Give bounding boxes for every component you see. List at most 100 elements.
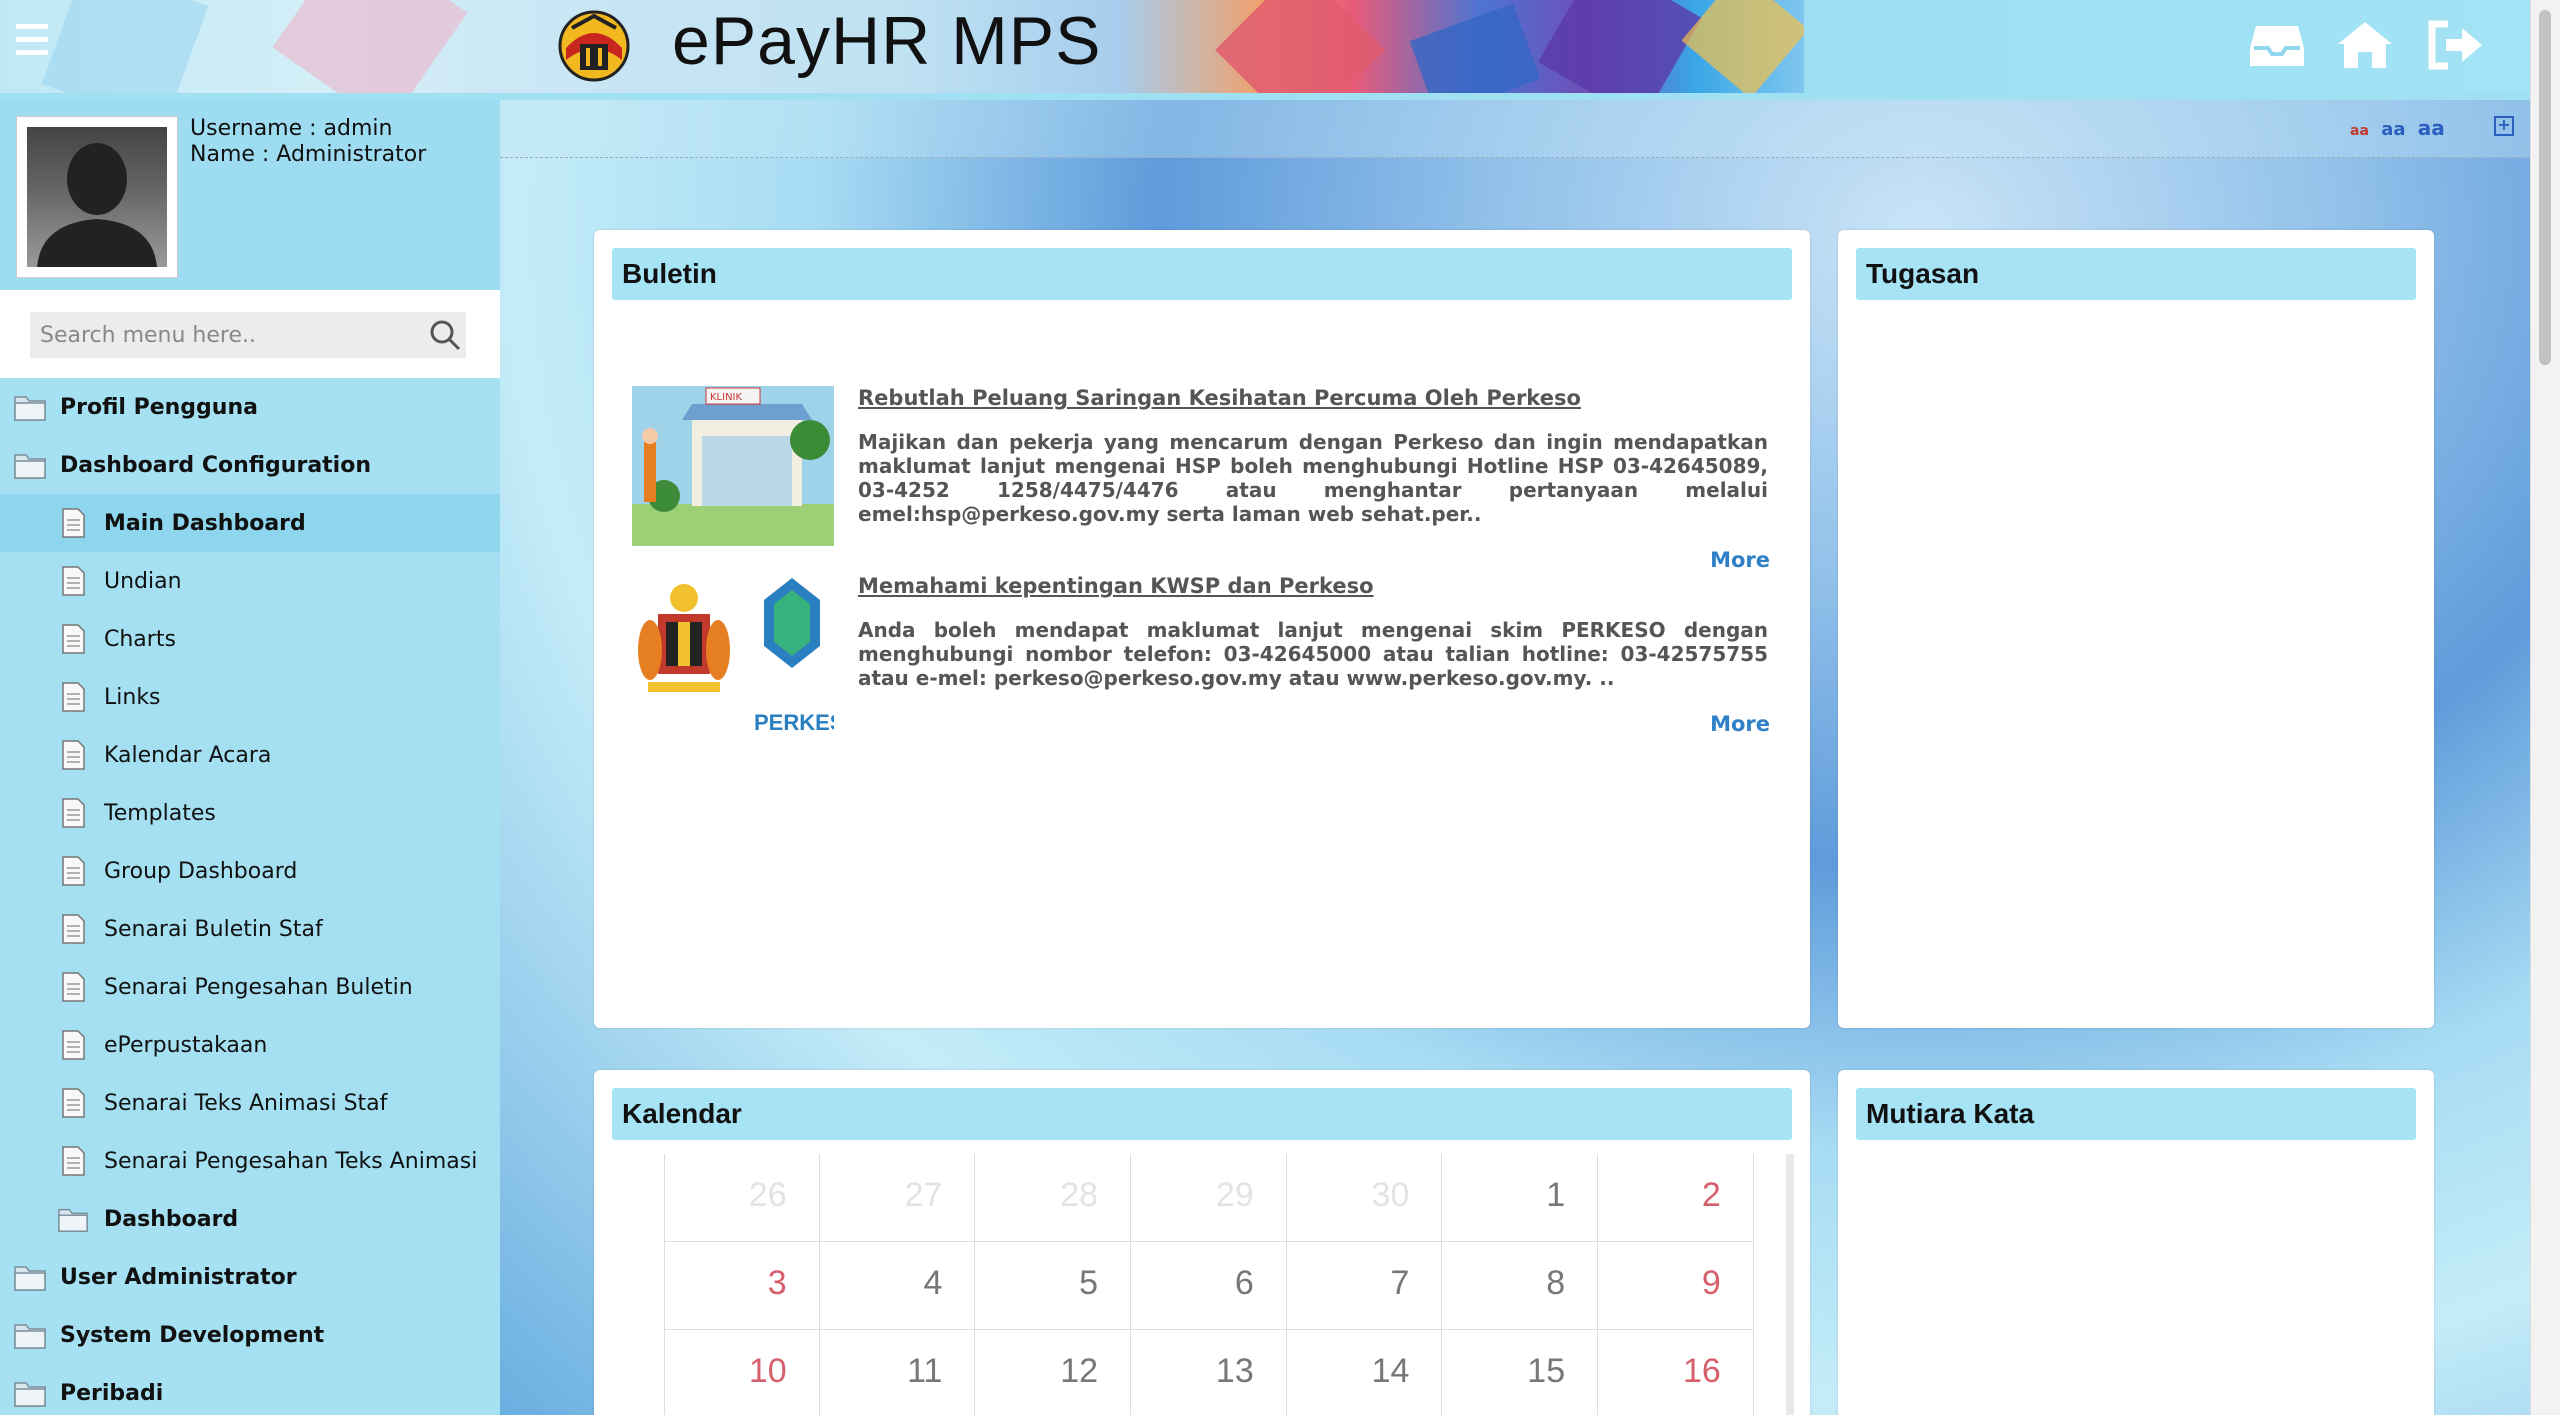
news-more-link[interactable]: More xyxy=(1710,712,1770,736)
sidebar-item-charts[interactable]: Charts xyxy=(0,610,500,668)
calendar-day[interactable]: 29 xyxy=(1131,1154,1287,1242)
news-body: Majikan dan pekerja yang mencarum dengan… xyxy=(858,430,1768,526)
sidebar-item-label: ePerpustakaan xyxy=(104,1032,268,1058)
scrollbar-thumb[interactable] xyxy=(2539,10,2551,365)
buletin-title: Buletin xyxy=(612,248,1792,300)
calendar-day[interactable]: 5 xyxy=(975,1242,1132,1330)
calendar-day[interactable]: 3 xyxy=(664,1242,820,1330)
calendar-day[interactable]: 13 xyxy=(1131,1330,1287,1415)
sidebar-item-label: Dashboard Configuration xyxy=(60,452,371,478)
calendar-grid: 26 27 28 29 30 1 2 3 4 5 6 7 8 9 10 11 12 13 14 15 16 xyxy=(664,1154,1754,1415)
sidebar-item-links[interactable]: Links xyxy=(0,668,500,726)
sidebar-item-senarai-pengesahan-buletin[interactable]: Senarai Pengesahan Buletin xyxy=(0,958,500,1016)
calendar-day[interactable]: 14 xyxy=(1287,1330,1443,1415)
page-icon xyxy=(58,972,88,1002)
clinic-sign-label: KLINIK xyxy=(710,392,743,403)
sidebar-item-user-administrator[interactable]: User Administrator xyxy=(0,1248,500,1306)
sidebar-item-label: Dashboard xyxy=(104,1206,239,1232)
menu-toggle-icon[interactable] xyxy=(16,24,48,64)
buletin-panel: Buletin KLINIK Rebutlah Peluang Saringan… xyxy=(594,230,1810,1028)
calendar-day[interactable]: 8 xyxy=(1442,1242,1599,1330)
sidebar-item-profil-pengguna[interactable]: Profil Pengguna xyxy=(0,378,500,436)
news-body: Anda boleh mendapat maklumat lanjut meng… xyxy=(858,618,1768,690)
sidebar-item-senarai-buletin-staf[interactable]: Senarai Buletin Staf xyxy=(0,900,500,958)
sidebar-item-label: Senarai Buletin Staf xyxy=(104,916,323,942)
sidebar-item-label: Peribadi xyxy=(60,1380,164,1406)
app-title: ePayHR MPS xyxy=(672,3,1102,79)
clinic-image: KLINIK xyxy=(632,386,834,546)
news-title-link[interactable]: Memahami kepentingan KWSP dan Perkeso xyxy=(858,574,1374,598)
sidebar: Username : admin Name : Administrator Pr… xyxy=(0,100,500,1415)
font-size-medium-button[interactable]: aa xyxy=(2381,119,2405,140)
calendar-day[interactable]: 27 xyxy=(819,1154,976,1242)
page-icon xyxy=(58,914,88,944)
sidebar-item-dashboard-configuration[interactable]: Dashboard Configuration xyxy=(0,436,500,494)
inbox-icon[interactable] xyxy=(2248,20,2306,70)
sidebar-item-eperpustakaan[interactable]: ePerpustakaan xyxy=(0,1016,500,1074)
sidebar-item-label: Charts xyxy=(104,626,176,652)
banner-shape xyxy=(1538,0,1702,93)
font-size-large-button[interactable]: aa xyxy=(2418,116,2445,140)
avatar xyxy=(16,116,178,278)
sidebar-item-label: Undian xyxy=(104,568,182,594)
folder-icon xyxy=(14,1379,46,1407)
dashboard-toolbar: aa aa aa + xyxy=(500,100,2530,158)
calendar-day[interactable]: 28 xyxy=(975,1154,1132,1242)
calendar-scrollbar[interactable] xyxy=(1786,1154,1794,1415)
tugasan-panel: Tugasan xyxy=(1838,230,2434,1028)
sidebar-item-label: System Development xyxy=(60,1322,325,1348)
kalendar-title: Kalendar xyxy=(612,1088,1792,1140)
home-icon[interactable] xyxy=(2336,20,2394,70)
calendar-day[interactable]: 4 xyxy=(819,1242,976,1330)
logout-icon[interactable] xyxy=(2426,20,2484,70)
font-size-switcher: aa aa aa xyxy=(2350,116,2451,140)
news-item: KLINIK Rebutlah Peluang Saringan Kesihat… xyxy=(632,386,1772,572)
folder-icon xyxy=(14,393,46,421)
perkeso-logo-label: PERKESO xyxy=(754,710,834,734)
perkeso-logo-image: PERKESO xyxy=(632,574,834,734)
sidebar-item-system-development[interactable]: System Development xyxy=(0,1306,500,1364)
user-profile: Username : admin Name : Administrator xyxy=(0,100,500,290)
sidebar-item-kalendar-acara[interactable]: Kalendar Acara xyxy=(0,726,500,784)
page-scrollbar[interactable] xyxy=(2530,0,2560,1415)
sidebar-item-senarai-teks-animasi-staf[interactable]: Senarai Teks Animasi Staf xyxy=(0,1074,500,1132)
calendar-day[interactable]: 26 xyxy=(664,1154,820,1242)
mutiara-kata-title: Mutiara Kata xyxy=(1856,1088,2416,1140)
calendar-day[interactable]: 7 xyxy=(1286,1242,1443,1330)
search-input[interactable] xyxy=(30,312,466,358)
page-icon xyxy=(58,1088,88,1118)
news-more-link[interactable]: More xyxy=(1710,548,1770,572)
page-icon xyxy=(58,682,88,712)
folder-icon xyxy=(14,1321,46,1349)
calendar-day[interactable]: 9 xyxy=(1598,1242,1754,1330)
calendar-day[interactable]: 16 xyxy=(1598,1330,1754,1415)
page-icon xyxy=(58,798,88,828)
calendar-day[interactable]: 2 xyxy=(1598,1154,1754,1242)
sidebar-item-label: Templates xyxy=(104,800,216,826)
page-icon xyxy=(58,566,88,596)
sidebar-item-templates[interactable]: Templates xyxy=(0,784,500,842)
calendar-day[interactable]: 30 xyxy=(1286,1154,1443,1242)
sidebar-item-label: Senarai Pengesahan Teks Animasi xyxy=(104,1148,478,1174)
calendar-week: 26 27 28 29 30 1 2 xyxy=(664,1154,1754,1242)
news-title-link[interactable]: Rebutlah Peluang Saringan Kesihatan Perc… xyxy=(858,386,1581,410)
font-size-small-button[interactable]: aa xyxy=(2350,123,2369,139)
calendar-day[interactable]: 11 xyxy=(820,1330,976,1415)
search-icon[interactable] xyxy=(428,318,462,352)
sidebar-item-label: Kalendar Acara xyxy=(104,742,272,768)
sidebar-item-main-dashboard[interactable]: Main Dashboard xyxy=(0,494,500,552)
calendar-day[interactable]: 15 xyxy=(1442,1330,1599,1415)
add-widget-icon[interactable]: + xyxy=(2494,116,2514,136)
calendar-day[interactable]: 1 xyxy=(1442,1154,1599,1242)
calendar-day[interactable]: 12 xyxy=(975,1330,1132,1415)
sidebar-item-peribadi[interactable]: Peribadi xyxy=(0,1364,500,1415)
sidebar-item-undian[interactable]: Undian xyxy=(0,552,500,610)
page-icon xyxy=(58,740,88,770)
sidebar-item-senarai-pengesahan-teks-animasi[interactable]: Senarai Pengesahan Teks Animasi xyxy=(0,1132,500,1190)
calendar-day[interactable]: 6 xyxy=(1131,1242,1287,1330)
calendar-day[interactable]: 10 xyxy=(664,1330,820,1415)
avatar-silhouette-icon xyxy=(27,127,167,267)
sidebar-item-group-dashboard[interactable]: Group Dashboard xyxy=(0,842,500,900)
sidebar-item-dashboard[interactable]: Dashboard xyxy=(0,1190,500,1248)
banner-shape xyxy=(1681,0,1804,93)
